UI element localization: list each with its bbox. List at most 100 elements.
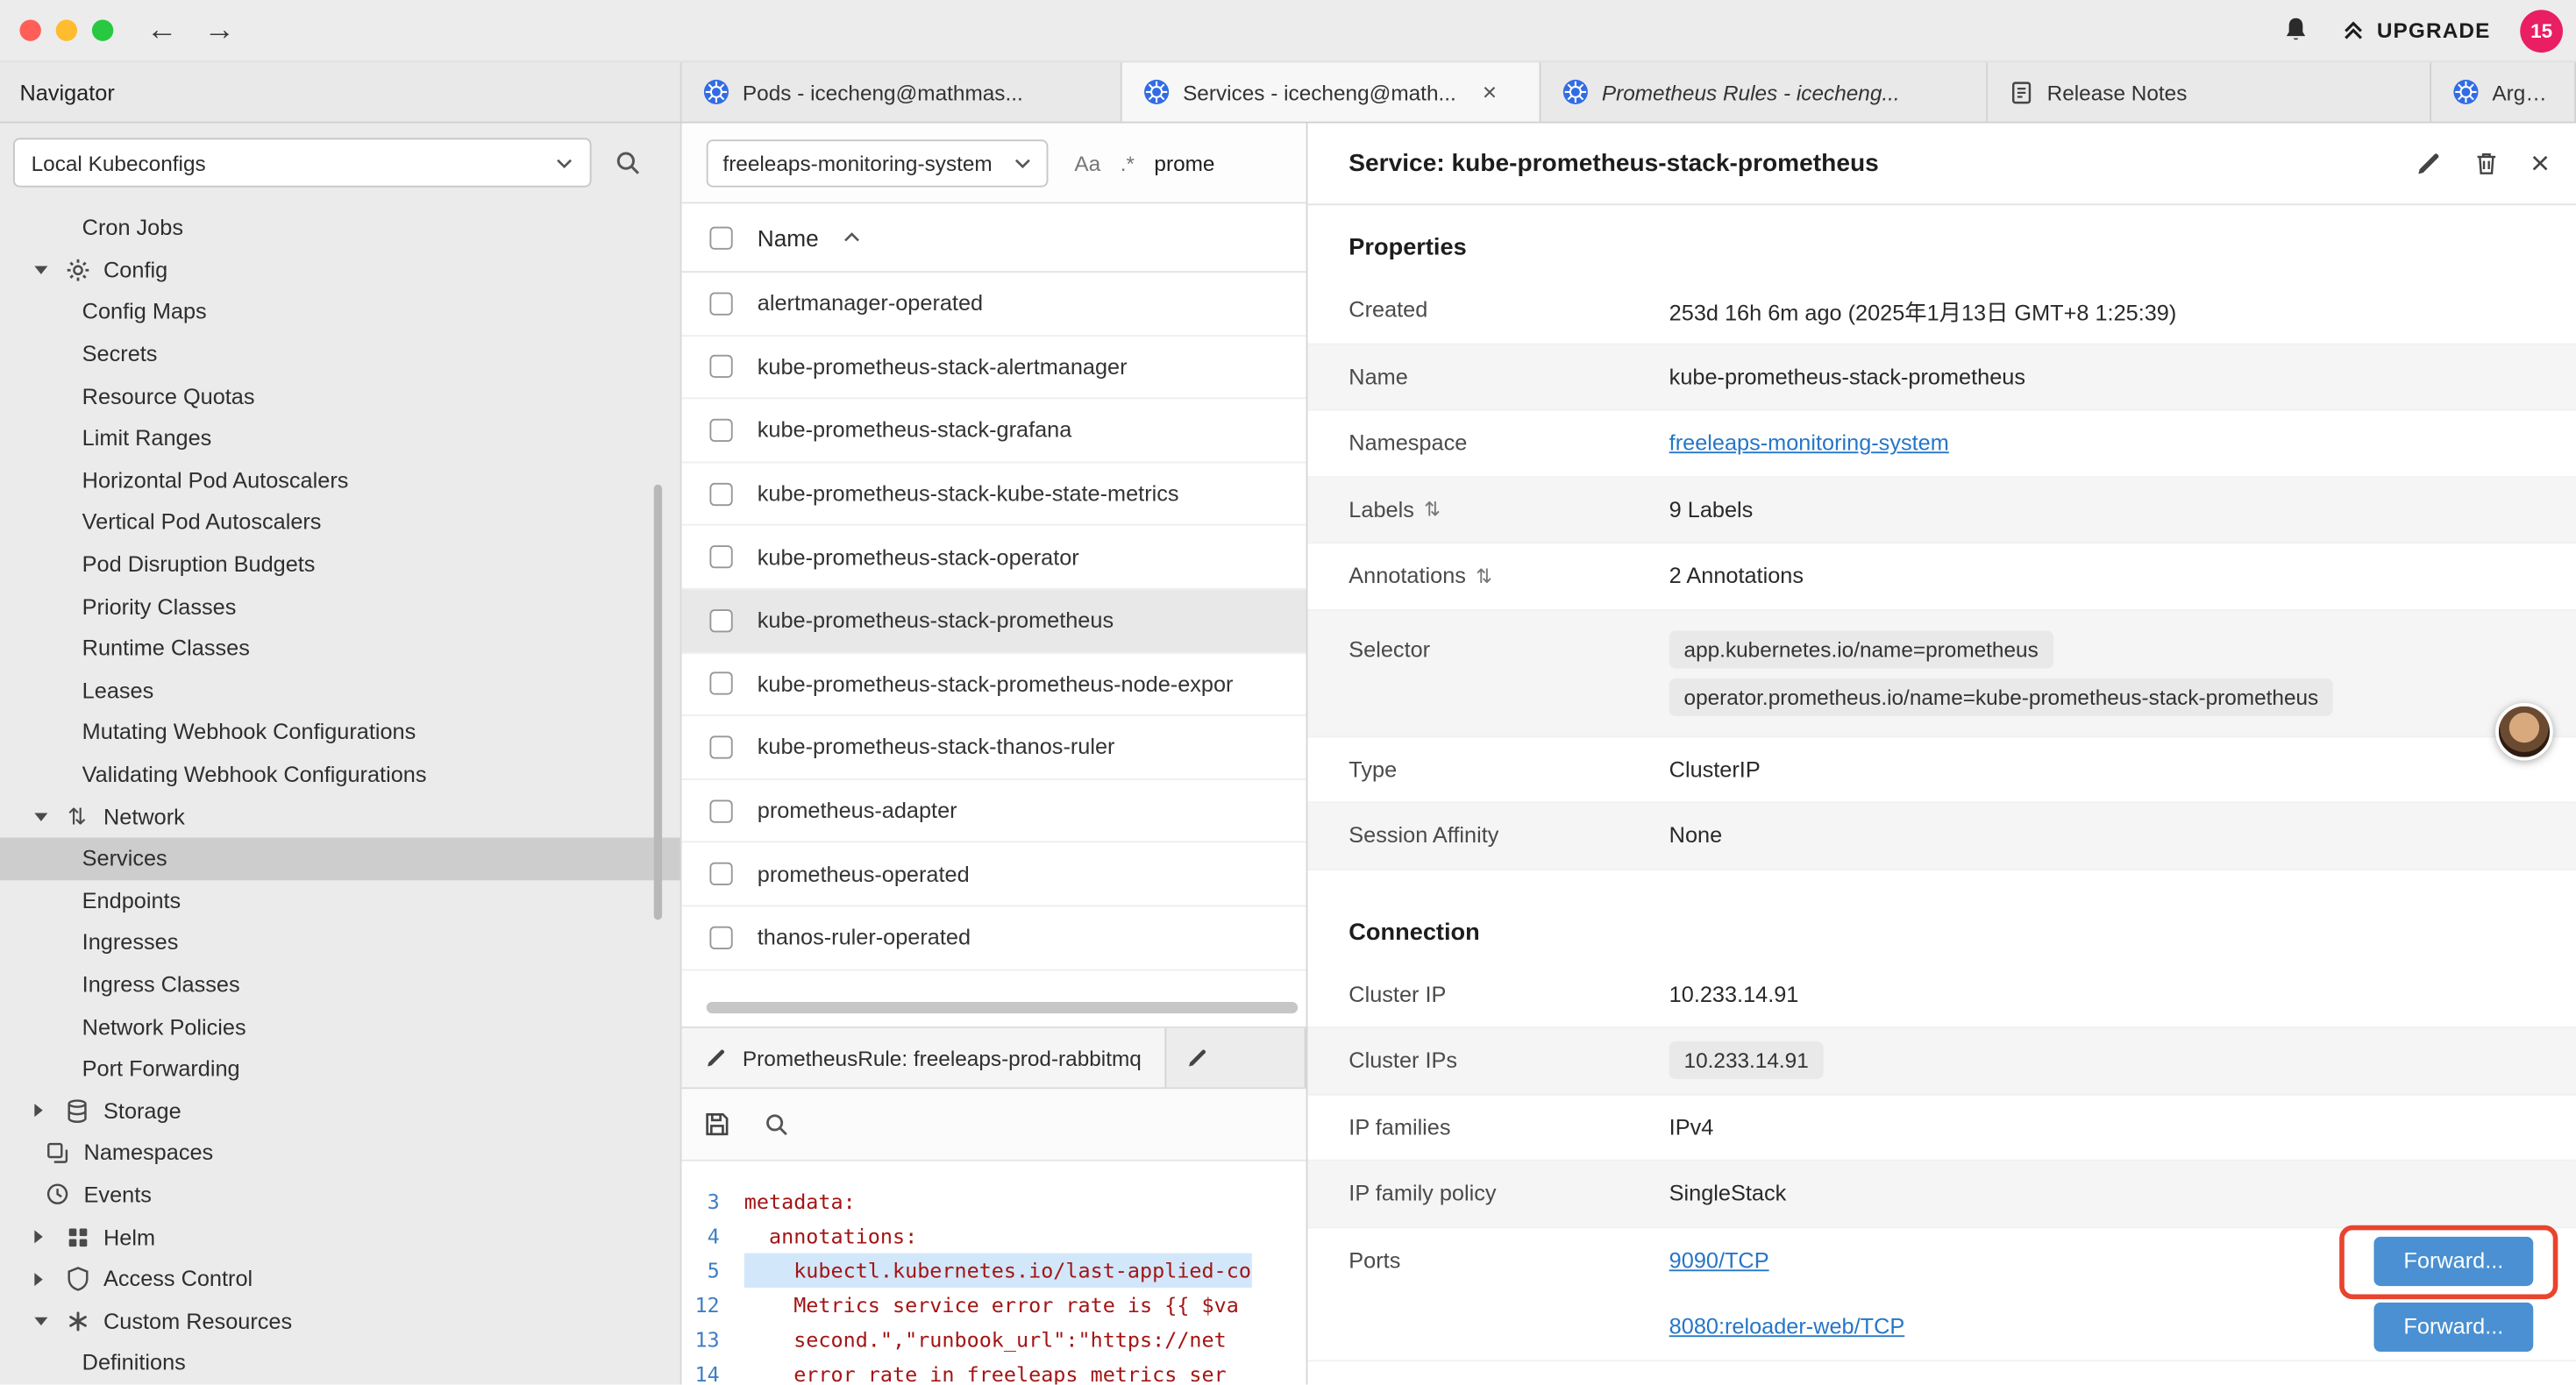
sidebar-scrollbar[interactable] [654,485,662,920]
notifications-bell-icon[interactable] [2280,15,2311,46]
sidebar-item-events[interactable]: Events [0,1174,680,1216]
tab-label: Pods - icecheng@mathmas... [743,80,1023,104]
sidebar-item-runtime-classes[interactable]: Runtime Classes [0,628,680,670]
upgrade-chevrons-icon [2341,18,2366,43]
regex-toggle[interactable]: .* [1121,150,1135,174]
sidebar-item-network-policies[interactable]: Network Policies [0,1005,680,1048]
port-link-9090[interactable]: 9090/TCP [1669,1248,1769,1273]
horizontal-scrollbar[interactable] [707,1002,1299,1013]
namespace-filter-select[interactable]: freeleaps-monitoring-system [707,138,1049,186]
row-checkbox[interactable] [709,863,732,885]
zoom-window-button[interactable] [92,19,113,40]
sidebar-item-namespaces[interactable]: Namespaces [0,1132,680,1174]
sidebar-item-helm[interactable]: Helm [0,1216,680,1258]
minimize-window-button[interactable] [56,19,77,40]
tab-release-notes[interactable]: Release Notes [1988,62,2431,121]
match-case-toggle[interactable]: Aa [1074,150,1100,174]
tab-label: Argo Se [2492,80,2552,104]
row-checkbox[interactable] [709,419,732,442]
table-row[interactable]: kube-prometheus-stack-kube-state-metrics [682,463,1306,526]
editor-search-icon[interactable] [764,1112,790,1138]
table-row-selected[interactable]: kube-prometheus-stack-prometheus [682,590,1306,653]
table-row[interactable]: kube-prometheus-stack-prometheus-node-ex… [682,653,1306,716]
sidebar-item-definitions[interactable]: Definitions [0,1342,680,1384]
table-row[interactable]: kube-prometheus-stack-operator [682,526,1306,589]
ip-families-value: IPv4 [1669,1115,2576,1140]
tab-prometheus-rules[interactable]: Prometheus Rules - icecheng... [1541,62,1989,121]
forward-port-button-9090[interactable]: Forward... [2373,1236,2533,1285]
sidebar-item-resource-quotas[interactable]: Resource Quotas [0,375,680,417]
table-row[interactable]: kube-prometheus-stack-alertmanager [682,336,1306,399]
editor-tab-prometheusrule[interactable]: PrometheusRule: freeleaps-prod-rabbitmq [682,1028,1166,1087]
edit-pencil-icon[interactable] [2416,150,2444,178]
sidebar-item-access-control[interactable]: Access Control [0,1258,680,1300]
sort-asc-icon[interactable] [843,231,862,243]
tab-pods[interactable]: Pods - icecheng@mathmas... [682,62,1122,121]
service-name: kube-prometheus-stack-prometheus-node-ex… [758,671,1234,696]
sidebar-item-config-maps[interactable]: Config Maps [0,291,680,333]
kubernetes-icon [703,79,729,105]
forward-port-button-8080[interactable]: Forward... [2373,1302,2533,1351]
table-row[interactable]: prometheus-operated [682,843,1306,906]
row-checkbox[interactable] [709,672,732,695]
sidebar-item-config[interactable]: Config [0,249,680,291]
namespace-link[interactable]: freeleaps-monitoring-system [1669,430,1949,455]
sidebar-item-vertical-pod-autoscalers[interactable]: Vertical Pod Autoscalers [0,501,680,543]
close-window-button[interactable] [19,19,40,40]
table-row[interactable]: thanos-ruler-operated [682,906,1306,970]
sidebar-item-limit-ranges[interactable]: Limit Ranges [0,417,680,459]
sidebar-item-validating-webhook-configurations[interactable]: Validating Webhook Configurations [0,754,680,796]
tab-services[interactable]: Services - icecheng@math... × [1122,62,1541,121]
tab-argo[interactable]: Argo Se [2431,62,2576,121]
forward-button[interactable]: → [203,12,235,48]
delete-trash-icon[interactable] [2474,150,2499,178]
table-row[interactable]: kube-prometheus-stack-thanos-ruler [682,716,1306,779]
service-name: kube-prometheus-stack-grafana [758,418,1072,443]
row-checkbox[interactable] [709,926,732,948]
table-row[interactable]: alertmanager-operated [682,273,1306,336]
sidebar-item-mutating-webhook-configurations[interactable]: Mutating Webhook Configurations [0,712,680,754]
sidebar-item-port-forwarding[interactable]: Port Forwarding [0,1048,680,1090]
sidebar-item-custom-resources[interactable]: Custom Resources [0,1300,680,1342]
sidebar-item-cron-jobs[interactable]: Cron Jobs [0,207,680,249]
save-icon[interactable] [703,1111,731,1139]
sidebar-item-priority-classes[interactable]: Priority Classes [0,586,680,628]
table-row[interactable]: prometheus-adapter [682,780,1306,843]
row-checkbox[interactable] [709,545,732,568]
kubeconfig-selector[interactable]: Local Kubeconfigs [13,138,592,187]
row-checkbox[interactable] [709,355,732,378]
yaml-editor[interactable]: 3metadata: 4 annotations: 5 kubectl.kube… [682,1161,1306,1385]
select-all-checkbox[interactable] [709,226,732,249]
close-drawer-icon[interactable]: × [2530,147,2550,180]
list-search-input[interactable]: Aa .* prome [1074,150,1214,174]
table-row[interactable]: kube-prometheus-stack-grafana [682,400,1306,463]
tab-close-icon[interactable]: × [1483,80,1497,104]
sidebar-search-icon[interactable] [615,149,643,177]
editor-tab-partial[interactable] [1166,1028,1306,1087]
sidebar-item-ingresses[interactable]: Ingresses [0,921,680,963]
service-name: kube-prometheus-stack-kube-state-metrics [758,481,1179,506]
sidebar-item-endpoints[interactable]: Endpoints [0,879,680,921]
sidebar-item-horizontal-pod-autoscalers[interactable]: Horizontal Pod Autoscalers [0,459,680,501]
user-avatar[interactable] [2495,703,2553,761]
row-checkbox[interactable] [709,609,732,632]
sidebar-item-storage[interactable]: Storage [0,1090,680,1132]
name-column-header[interactable]: Name [758,224,819,251]
row-checkbox[interactable] [709,799,732,822]
item-label: Port Forwarding [82,1056,240,1081]
back-button[interactable]: ← [146,12,178,48]
notification-count-badge[interactable]: 15 [2520,9,2563,52]
row-checkbox[interactable] [709,292,732,315]
upgrade-button[interactable]: UPGRADE [2341,18,2491,43]
sidebar-item-services[interactable]: Services [0,837,680,879]
row-checkbox[interactable] [709,735,732,758]
sidebar-item-pod-disruption-budgets[interactable]: Pod Disruption Budgets [0,543,680,586]
port-link-8080[interactable]: 8080:reloader-web/TCP [1669,1314,1905,1339]
row-checkbox[interactable] [709,482,732,505]
sidebar-item-network[interactable]: ⇅ Network [0,795,680,837]
sidebar-item-leases[interactable]: Leases [0,670,680,712]
sidebar-item-secrets[interactable]: Secrets [0,333,680,375]
expand-annotations-icon[interactable]: ⇅ [1476,565,1492,587]
expand-labels-icon[interactable]: ⇅ [1424,498,1441,521]
sidebar-item-ingress-classes[interactable]: Ingress Classes [0,963,680,1005]
